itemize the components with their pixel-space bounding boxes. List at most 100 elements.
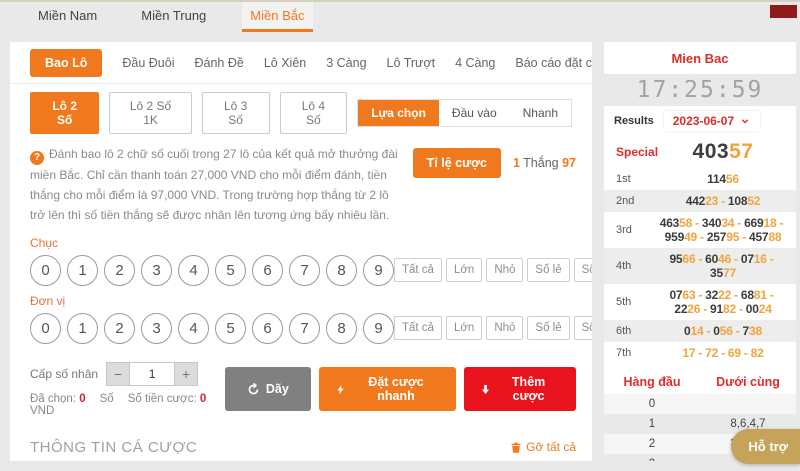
digit-2-row1[interactable]: 2 [104, 313, 135, 344]
digit-3-row1[interactable]: 3 [141, 313, 172, 344]
quick-btn-4-row0[interactable]: Số chẵn [574, 258, 592, 282]
mode-tab-2[interactable]: Nhanh [510, 100, 571, 126]
result-row-numbers: 40357 [658, 140, 788, 164]
number-separator: - [698, 252, 702, 266]
bet-type-tab-5[interactable]: Lô Trượt [387, 56, 436, 70]
digit-section-label-0: Chục [30, 236, 576, 250]
mode-tab-1[interactable]: Đầu vào [439, 100, 510, 126]
quick-buttons-1: Tất cảLớnNhỏSố lẻSố chẵnGỡ [394, 316, 592, 340]
quick-btn-3-row1[interactable]: Số lẻ [527, 316, 569, 340]
region-tab-1[interactable]: Miền Trung [133, 2, 214, 32]
summary-first-digit: 2 [604, 438, 700, 450]
results-date-row: Results 2023-06-07 [604, 106, 796, 136]
digit-4-row1[interactable]: 4 [178, 313, 209, 344]
bet-type-tab-6[interactable]: 4 Càng [455, 56, 495, 70]
digit-9-row0[interactable]: 9 [363, 255, 394, 286]
multiplier-value-input[interactable]: 1 [130, 362, 174, 386]
quick-btn-0-row1[interactable]: Tất cả [394, 316, 442, 340]
number-separator: - [779, 216, 783, 230]
region-tab-2[interactable]: Miền Bắc [242, 2, 312, 32]
bet-type-tab-4[interactable]: 3 Càng [326, 56, 366, 70]
multiplier-area: Cấp số nhân − 1 + Đã chọn: 0SốSố tiền cư… [30, 362, 225, 417]
number-separator: - [737, 216, 741, 230]
number-separator: - [706, 324, 710, 338]
multiplier-decrease-button[interactable]: − [106, 362, 130, 386]
region-tab-0[interactable]: Miền Nam [30, 2, 105, 32]
chosen-label: Đã chọn: [30, 393, 76, 405]
lo-type-tab-0[interactable]: Lô 2 Số [30, 92, 99, 134]
quick-btn-2-row1[interactable]: Nhỏ [486, 316, 523, 340]
digit-1-row0[interactable]: 1 [67, 255, 98, 286]
result-number: 34034 [702, 216, 734, 230]
date-dropdown[interactable]: 2023-06-07 [664, 111, 760, 131]
bet-type-tab-0[interactable]: Bao Lô [30, 49, 102, 77]
chosen-count: 0 [79, 393, 85, 405]
digit-7-row1[interactable]: 7 [289, 313, 320, 344]
number-separator: - [770, 252, 774, 266]
digit-6-row1[interactable]: 6 [252, 313, 283, 344]
bet-type-tab-1[interactable]: Đầu Đuôi [122, 56, 174, 70]
series-button[interactable]: Dãy [225, 367, 311, 411]
summary-first-digit: 0 [604, 398, 700, 410]
result-number: 0024 [746, 302, 772, 316]
result-row-6th: 6th014-056-738 [604, 320, 796, 342]
clear-all-button[interactable]: Gỡ tất cả [510, 440, 576, 454]
add-bet-button-label: Thêm cược [497, 375, 560, 403]
digit-1-row1[interactable]: 1 [67, 313, 98, 344]
summary-col-last: Dưới cùng [700, 375, 796, 389]
digit-4-row0[interactable]: 4 [178, 255, 209, 286]
result-number: 82 [751, 346, 764, 360]
digit-5-row0[interactable]: 5 [215, 255, 246, 286]
result-number: 2226 [674, 302, 700, 316]
digit-6-row0[interactable]: 6 [252, 255, 283, 286]
mode-tabs: Lựa chọnĐầu vàoNhanh [357, 99, 572, 127]
multiplier-stepper: Cấp số nhân − 1 + [30, 362, 225, 386]
result-number: 10852 [728, 194, 760, 208]
quick-btn-4-row1[interactable]: Số chẵn [574, 316, 592, 340]
action-buttons: Dãy Đặt cược nhanh Thêm cược [225, 367, 576, 411]
date-value: 2023-06-07 [673, 114, 734, 128]
digit-8-row0[interactable]: 8 [326, 255, 357, 286]
odds-button[interactable]: Tỉ lệ cược [413, 148, 501, 178]
quick-btn-2-row0[interactable]: Nhỏ [486, 258, 523, 282]
result-row-label: 7th [616, 347, 658, 359]
result-row-numbers: 11456 [658, 172, 788, 186]
bet-type-tab-2[interactable]: Đánh Đề [194, 56, 243, 70]
digit-0-row0[interactable]: 0 [30, 255, 61, 286]
multiplier-label: Cấp số nhân [30, 367, 98, 381]
digit-7-row0[interactable]: 7 [289, 255, 320, 286]
result-row-1st: 1st11456 [604, 168, 796, 190]
add-bet-button[interactable]: Thêm cược [464, 367, 576, 411]
number-separator: - [734, 288, 738, 302]
result-row-label: 6th [616, 325, 658, 337]
results-rows: Special403571st114562nd44223-108523rd463… [604, 136, 796, 364]
lo-type-tab-1[interactable]: Lô 2 Số 1K [109, 92, 191, 134]
digit-3-row0[interactable]: 3 [141, 255, 172, 286]
result-number: 9182 [710, 302, 736, 316]
digit-9-row1[interactable]: 9 [363, 313, 394, 344]
result-number: 9566 [669, 252, 695, 266]
mode-tab-0[interactable]: Lựa chọn [358, 100, 439, 126]
bet-type-tab-3[interactable]: Lô Xiên [264, 56, 306, 70]
support-button[interactable]: Hỗ trợ [731, 429, 800, 464]
help-icon: ? [30, 151, 44, 165]
result-row-numbers: 9566-6046-0716-3577 [658, 252, 788, 280]
digit-circles-1: 0123456789 [30, 313, 394, 344]
lo-type-tab-3[interactable]: Lô 4 Số [280, 92, 348, 134]
bet-type-tab-7[interactable]: Báo cáo đặt cược [515, 56, 592, 70]
quick-btn-1-row0[interactable]: Lớn [446, 258, 482, 282]
digit-8-row1[interactable]: 8 [326, 313, 357, 344]
quick-btn-0-row0[interactable]: Tất cả [394, 258, 442, 282]
multiplier-increase-button[interactable]: + [174, 362, 198, 386]
lo-type-tab-2[interactable]: Lô 3 Số [202, 92, 270, 134]
result-number: 17 [682, 346, 695, 360]
top-right-accent [770, 5, 797, 18]
quick-btn-1-row1[interactable]: Lớn [446, 316, 482, 340]
digit-0-row1[interactable]: 0 [30, 313, 61, 344]
amount-label: Số tiền cược: [128, 393, 197, 405]
digit-2-row0[interactable]: 2 [104, 255, 135, 286]
quick-bet-button[interactable]: Đặt cược nhanh [319, 367, 456, 411]
digit-5-row1[interactable]: 5 [215, 313, 246, 344]
quick-btn-3-row0[interactable]: Số lẻ [527, 258, 569, 282]
quick-bet-button-label: Đặt cược nhanh [352, 375, 440, 403]
